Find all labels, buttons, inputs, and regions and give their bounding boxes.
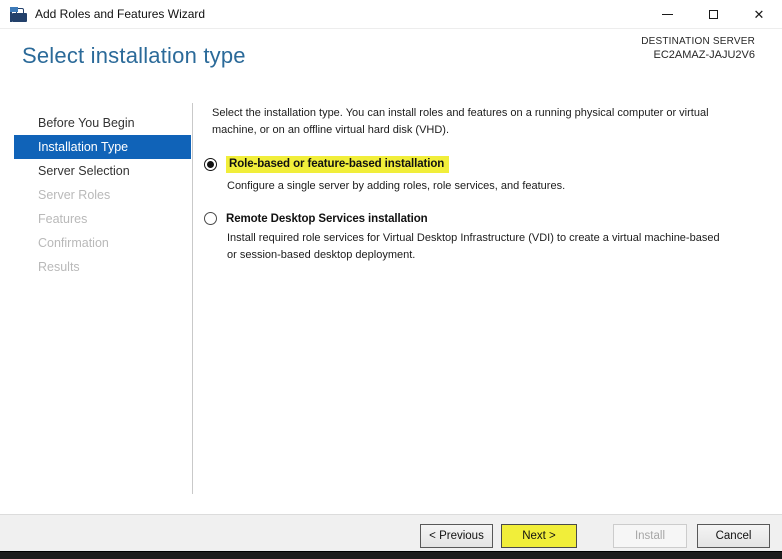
destination-server-label: DESTINATION SERVER [641, 36, 755, 47]
sidebar-item-before-you-begin[interactable]: Before You Begin [14, 111, 191, 135]
taskbar-edge [0, 551, 782, 559]
page-title: Select installation type [22, 43, 246, 68]
sidebar-item-server-roles: Server Roles [38, 188, 111, 202]
intro-line: Select the installation type. You can in… [212, 107, 709, 119]
option-remote-desktop-description: Install required role services for Virtu… [227, 232, 720, 261]
window-title: Add Roles and Features Wizard [35, 7, 206, 21]
close-icon: ✕ [753, 6, 765, 22]
sidebar-item-installation-type[interactable]: Installation Type [14, 135, 191, 159]
option-remote-desktop: Remote Desktop Services installation Ins… [204, 212, 776, 264]
wizard-body: Before You Begin Installation Type Serve… [0, 100, 782, 514]
radio-role-based[interactable] [204, 158, 217, 171]
sidebar-item-server-selection[interactable]: Server Selection [14, 159, 191, 183]
wizard-header: Select installation type DESTINATION SER… [0, 29, 782, 100]
maximize-button[interactable] [690, 0, 736, 28]
option-role-based-description: Configure a single server by adding role… [227, 180, 566, 192]
maximize-icon [708, 9, 718, 19]
main-panel: Select the installation type. You can in… [204, 105, 776, 264]
wizard-window: Add Roles and Features Wizard ✕ Select i… [0, 0, 782, 559]
cancel-button[interactable]: Cancel [697, 524, 770, 548]
install-button[interactable]: Install [613, 524, 687, 548]
title-bar: Add Roles and Features Wizard ✕ [0, 0, 782, 29]
destination-server-name: EC2AMAZ-JAJU2V6 [653, 49, 755, 61]
option-role-based-label[interactable]: Role-based or feature-based installation [226, 156, 450, 173]
sidebar-item-results: Results [38, 260, 80, 274]
option-remote-desktop-label[interactable]: Remote Desktop Services installation [226, 213, 428, 225]
intro-text: Select the installation type. You can in… [212, 105, 776, 139]
wizard-footer: < Previous Next > Install Cancel [0, 514, 782, 553]
radio-remote-desktop[interactable] [204, 212, 217, 225]
intro-line: machine, or on an offline virtual hard d… [212, 124, 450, 136]
minimize-icon [661, 13, 673, 15]
wizard-steps-sidebar: Before You Begin Installation Type Serve… [14, 111, 191, 279]
next-button[interactable]: Next > [501, 524, 577, 548]
minimize-button[interactable] [644, 0, 690, 28]
server-manager-icon [10, 6, 27, 22]
sidebar-item-features: Features [38, 212, 88, 226]
window-controls: ✕ [644, 0, 782, 28]
sidebar-item-confirmation: Confirmation [38, 236, 109, 250]
option-role-based: Role-based or feature-based installation… [204, 156, 776, 195]
close-button[interactable]: ✕ [736, 0, 782, 28]
destination-server-block: DESTINATION SERVER EC2AMAZ-JAJU2V6 [641, 36, 755, 61]
sidebar-divider [192, 103, 193, 494]
previous-button[interactable]: < Previous [420, 524, 493, 548]
